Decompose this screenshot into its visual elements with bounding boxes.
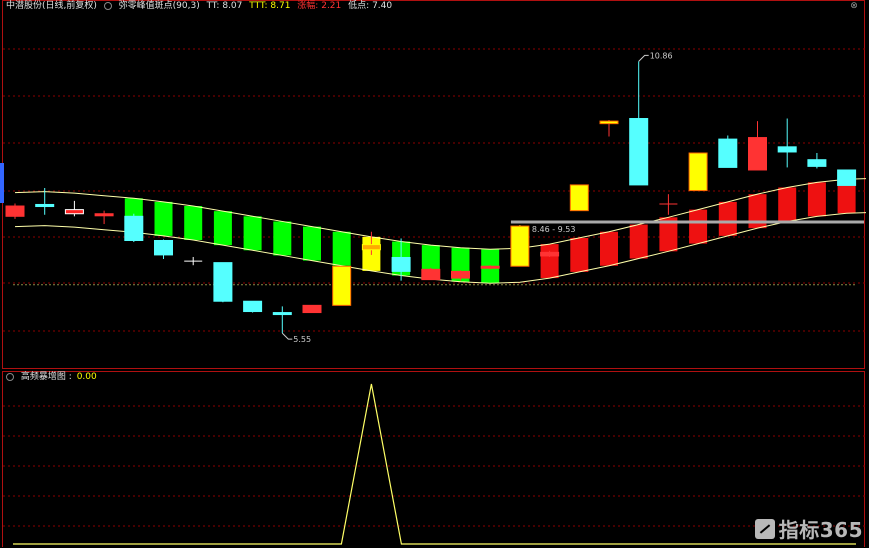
candle-body bbox=[807, 159, 827, 167]
watermark: 指标365 bbox=[754, 514, 863, 543]
main-chart-panel[interactable]: 10.86 5.55 8.46 - 9.53 中潜股份(日线,前复权) 弥零峰值斑点… bbox=[2, 0, 866, 369]
candle-body bbox=[243, 300, 263, 313]
tt-value: 8.07 bbox=[222, 1, 243, 11]
tt-label: TT: bbox=[206, 1, 220, 11]
rise-value: 2.21 bbox=[321, 1, 342, 11]
sub-indicator-value: 0.00 bbox=[76, 372, 97, 382]
candle-body bbox=[599, 120, 619, 125]
point-label: 低点: bbox=[348, 1, 370, 11]
candle-body bbox=[154, 240, 173, 256]
ribbon-bar bbox=[689, 209, 708, 244]
candle-body bbox=[361, 244, 381, 251]
ribbon-bar bbox=[332, 231, 351, 266]
ribbon-bar bbox=[600, 231, 618, 266]
ribbon-bar bbox=[629, 224, 648, 259]
candle-body bbox=[748, 137, 767, 171]
candle-body bbox=[629, 118, 649, 186]
low-pointer bbox=[281, 332, 293, 340]
ttt-value: 8.71 bbox=[270, 1, 291, 11]
ribbon-bar bbox=[273, 221, 292, 256]
candle-body bbox=[35, 203, 55, 208]
candle-body bbox=[332, 265, 352, 306]
ribbon-bar bbox=[540, 244, 559, 279]
rise-label: 涨幅: bbox=[297, 1, 319, 11]
candle-body bbox=[302, 304, 322, 314]
settings-icon[interactable] bbox=[103, 1, 112, 10]
sub-separator: : bbox=[68, 372, 72, 382]
stock-name: 中潜股份(日线,前复权) bbox=[6, 1, 97, 11]
candle-body bbox=[213, 262, 233, 302]
candle-body bbox=[451, 270, 470, 279]
ribbon-bar bbox=[243, 216, 262, 251]
candle-body bbox=[5, 205, 25, 217]
main-header: 中潜股份(日线,前复权) 弥零峰值斑点(90,3) TT: 8.07 TTT: … bbox=[6, 1, 396, 11]
candle-body bbox=[421, 268, 441, 281]
close-icon[interactable]: ⊗ bbox=[849, 1, 859, 11]
indicator-name: 弥零峰值斑点(90,3) bbox=[118, 1, 200, 11]
high-pointer bbox=[638, 54, 649, 62]
candle-body bbox=[124, 215, 144, 241]
candle-body bbox=[718, 138, 738, 168]
point-value: 7.40 bbox=[372, 1, 393, 11]
candle-body bbox=[837, 169, 857, 186]
ribbon-bar bbox=[213, 211, 232, 246]
candle-body bbox=[64, 209, 84, 215]
ribbon-bar bbox=[154, 201, 173, 236]
candle-body bbox=[480, 265, 500, 269]
scroll-indicator[interactable] bbox=[0, 163, 4, 203]
spike-line bbox=[13, 383, 856, 545]
candle-body bbox=[569, 184, 589, 212]
ribbon-bar bbox=[570, 237, 589, 272]
high-price-label: 10.86 bbox=[650, 51, 673, 60]
candle-body bbox=[688, 152, 708, 192]
watermark-text: 指标365 bbox=[778, 518, 863, 542]
sub-indicator-name: 高频暴增图 bbox=[20, 372, 66, 382]
ttt-label: TTT: bbox=[249, 1, 268, 11]
range-label: 8.46 - 9.53 bbox=[532, 225, 576, 234]
candlestick-chart[interactable]: 10.86 5.55 8.46 - 9.53 bbox=[3, 1, 866, 368]
ribbon-bar bbox=[184, 206, 203, 240]
candle-body bbox=[510, 225, 530, 267]
logo-icon bbox=[754, 518, 775, 539]
ribbon-bar bbox=[778, 187, 797, 222]
candle-body bbox=[391, 256, 411, 272]
sub-indicator-chart[interactable] bbox=[3, 372, 866, 548]
candle-body bbox=[777, 146, 797, 153]
settings-icon[interactable] bbox=[6, 372, 14, 381]
candle-body bbox=[272, 312, 292, 316]
ribbon-bar bbox=[718, 201, 737, 236]
sub-header: 高频暴增图 : 0.00 bbox=[6, 372, 101, 382]
ribbon-bar bbox=[303, 226, 321, 261]
sub-chart-panel[interactable]: 高频暴增图 : 0.00 bbox=[2, 371, 866, 548]
candle-body bbox=[540, 251, 560, 257]
low-price-label: 5.55 bbox=[293, 335, 311, 344]
candle-body bbox=[94, 213, 114, 217]
ribbon-bar bbox=[807, 182, 826, 217]
